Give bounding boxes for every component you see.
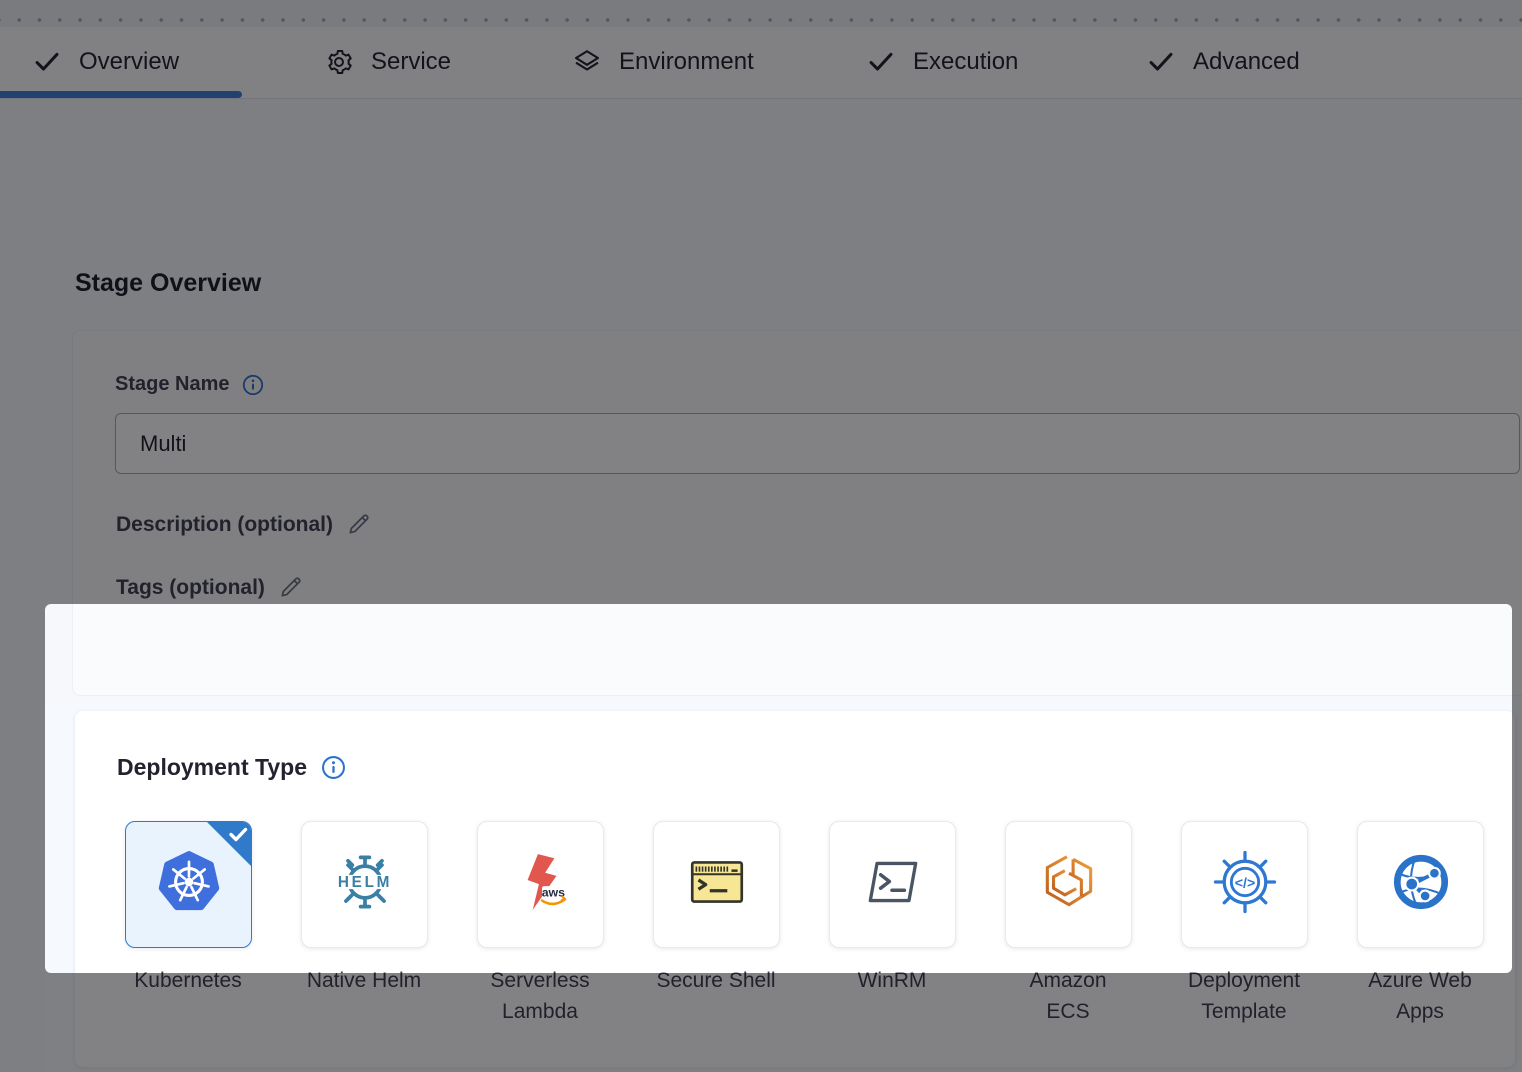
tab-label: Execution (913, 48, 1018, 76)
tab-execution[interactable]: Execution (866, 27, 1018, 97)
info-icon[interactable] (321, 755, 346, 780)
pencil-icon (346, 511, 372, 540)
edit-description-button[interactable] (345, 511, 373, 539)
check-icon (32, 47, 62, 77)
deployment-option-amazon-ecs[interactable] (1005, 821, 1132, 948)
page-title: Stage Overview (75, 269, 261, 298)
active-tab-underline (0, 91, 242, 98)
selected-check-badge (206, 821, 252, 872)
layers-icon (572, 47, 602, 77)
tab-label: Overview (79, 48, 179, 76)
check-icon (1146, 47, 1176, 77)
svg-text:HELM: HELM (337, 874, 391, 891)
tab-label: Advanced (1193, 48, 1300, 76)
deployment-type-title: Deployment Type (117, 754, 346, 781)
deployment-option-label: Kubernetes (98, 965, 278, 996)
deployment-option-label: Native Helm (274, 965, 454, 996)
info-icon[interactable] (242, 374, 264, 396)
stage-overview-page: Stage Overview Stage Name Description (o… (0, 99, 1522, 990)
deployment-option-secure-shell[interactable] (653, 821, 780, 948)
tab-environment[interactable]: Environment (572, 27, 754, 97)
svg-text:</>: </> (1234, 875, 1255, 891)
deployment-option-label: Azure Web Apps (1330, 965, 1510, 1027)
pipeline-canvas-dots (0, 0, 1522, 27)
deployment-option-deployment-template[interactable]: </> (1181, 821, 1308, 948)
deployment-option-label: WinRM (802, 965, 982, 996)
gear-icon (324, 47, 354, 77)
deployment-option-winrm[interactable] (829, 821, 956, 948)
stage-name-label: Stage Name (115, 373, 264, 396)
deployment-option-serverless-lambda[interactable]: aws (477, 821, 604, 948)
tags-label: Tags (optional) (116, 574, 305, 602)
serverless-lambda-icon: aws (508, 849, 574, 920)
secure-shell-icon (684, 849, 750, 920)
tab-label: Environment (619, 48, 754, 76)
amazon-ecs-icon (1036, 849, 1102, 920)
description-label: Description (optional) (116, 511, 373, 539)
tab-label: Service (371, 48, 451, 76)
stage-tabbar: Overview Service Environment Execution A… (0, 27, 1522, 99)
deployment-option-label: Serverless Lambda (450, 965, 630, 1027)
check-icon (866, 47, 896, 77)
tab-service[interactable]: Service (324, 27, 451, 97)
helm-icon: HELM (330, 847, 400, 922)
azure-web-apps-icon (1388, 849, 1454, 920)
deployment-option-label: Deployment Template (1154, 965, 1334, 1027)
deployment-option-azure-web-apps[interactable] (1357, 821, 1484, 948)
tab-advanced[interactable]: Advanced (1146, 27, 1300, 97)
deployment-option-native-helm[interactable]: HELM (301, 821, 428, 948)
deployment-template-icon: </> (1210, 847, 1280, 922)
deployment-option-label: Amazon ECS (978, 965, 1158, 1027)
deployment-option-label: Secure Shell (626, 965, 806, 996)
deployment-option-kubernetes[interactable] (125, 821, 252, 948)
pencil-icon (278, 574, 304, 603)
edit-tags-button[interactable] (277, 574, 305, 602)
stage-name-input[interactable] (115, 413, 1520, 474)
winrm-icon (860, 849, 926, 920)
tab-overview[interactable]: Overview (32, 27, 179, 97)
